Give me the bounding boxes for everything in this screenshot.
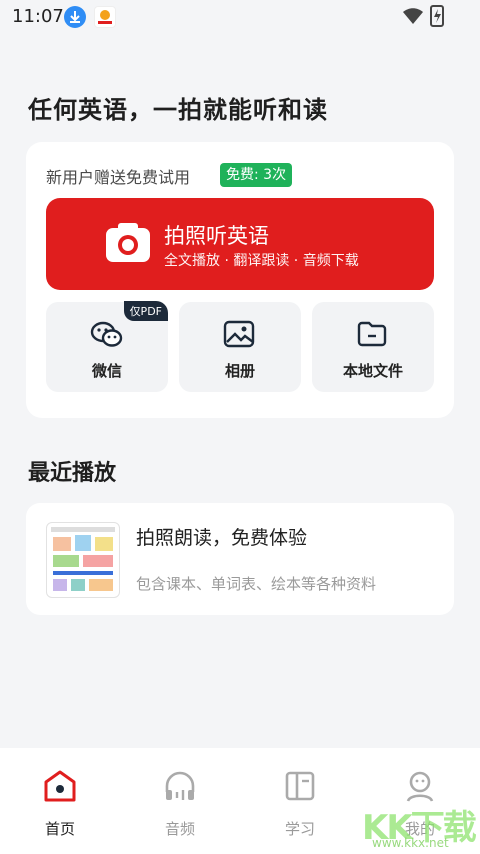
tab-home-label: 首页 bbox=[44, 820, 75, 838]
home-icon bbox=[42, 768, 78, 808]
recent-section-title: 最近播放 bbox=[28, 461, 117, 486]
image-icon bbox=[223, 320, 257, 354]
camera-icon bbox=[104, 220, 152, 268]
download-icon bbox=[64, 6, 86, 28]
app-notification-icon bbox=[94, 6, 116, 28]
folder-icon bbox=[356, 320, 390, 354]
recent-item-title: 拍照朗读，免费体验 bbox=[136, 527, 308, 549]
recent-thumbnail bbox=[46, 522, 120, 598]
pdf-only-tag: 仅PDF bbox=[123, 301, 168, 321]
photo-listen-button[interactable]: 拍照听英语 全文播放 · 翻译跟读 · 音频下载 bbox=[46, 198, 434, 290]
recent-item[interactable]: 拍照朗读，免费体验 包含课本、单词表、绘本等各种资料 bbox=[26, 503, 454, 615]
trial-text: 新用户赠送免费试用 bbox=[46, 168, 191, 187]
wechat-icon bbox=[90, 320, 124, 354]
wechat-import-button[interactable]: 仅PDF 微信 bbox=[46, 301, 168, 392]
tab-audio-label: 音频 bbox=[164, 820, 195, 838]
book-icon bbox=[282, 768, 318, 808]
photo-listen-subtitle: 全文播放 · 翻译跟读 · 音频下载 bbox=[164, 253, 359, 269]
recent-item-subtitle: 包含课本、单词表、绘本等各种资料 bbox=[136, 575, 377, 593]
headphones-icon bbox=[162, 768, 198, 808]
tab-study[interactable]: 学习 bbox=[240, 748, 360, 854]
album-import-button[interactable]: 相册 bbox=[179, 302, 301, 392]
free-count-badge: 免费: 3次 bbox=[220, 163, 293, 187]
wifi-icon bbox=[402, 6, 424, 30]
tab-home[interactable]: 首页 bbox=[0, 748, 120, 854]
album-label: 相册 bbox=[224, 362, 255, 380]
tab-audio[interactable]: 音频 bbox=[120, 748, 240, 854]
status-bar: 11:07 bbox=[0, 0, 480, 34]
wechat-label: 微信 bbox=[91, 362, 122, 380]
status-time: 11:07 bbox=[12, 6, 64, 27]
local-file-label: 本地文件 bbox=[342, 362, 403, 380]
photo-listen-title: 拍照听英语 bbox=[164, 224, 269, 248]
tab-study-label: 学习 bbox=[284, 820, 315, 838]
battery-icon bbox=[430, 5, 444, 27]
page-title: 任何英语，一拍就能听和读 bbox=[28, 96, 328, 124]
local-file-import-button[interactable]: 本地文件 bbox=[312, 302, 434, 392]
photo-card: 新用户赠送免费试用 免费: 3次 拍照听英语 全文播放 · 翻译跟读 · 音频下… bbox=[26, 142, 454, 418]
watermark-url: www.kkx.net bbox=[372, 836, 449, 850]
